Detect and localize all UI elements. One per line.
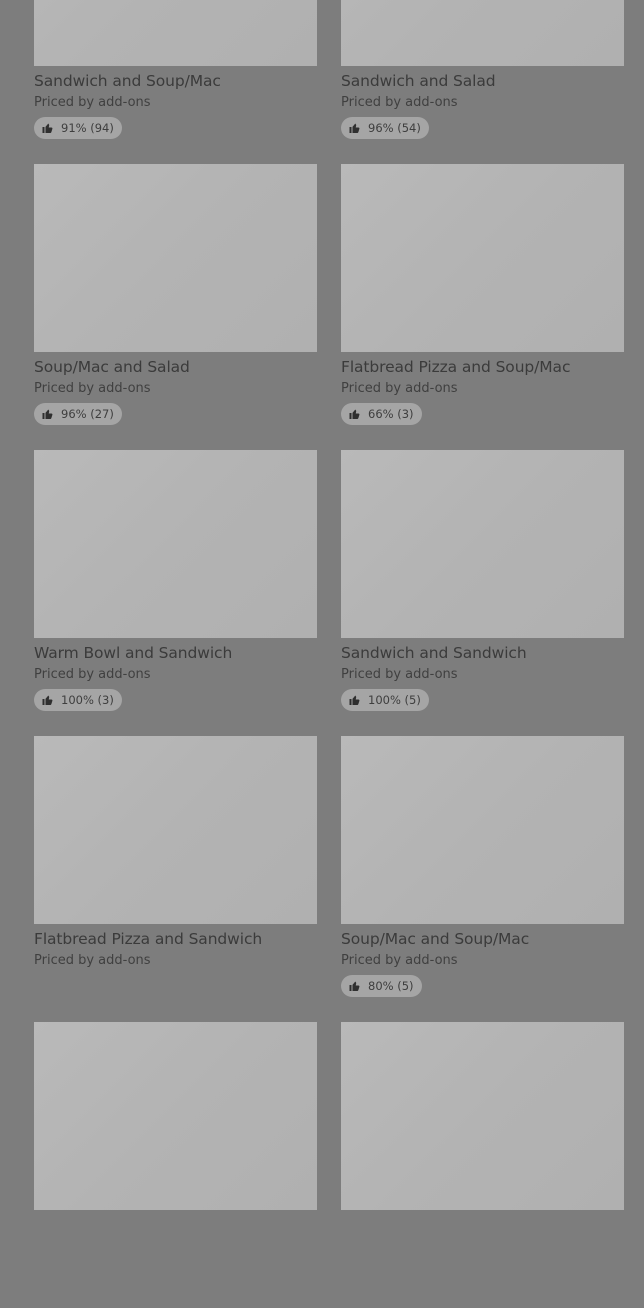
rating-badge: 96% (27) bbox=[34, 403, 122, 425]
menu-item-card[interactable]: Flatbread Pizza and Sandwich Priced by a… bbox=[34, 736, 317, 1022]
menu-item-title: Sandwich and Soup/Mac bbox=[34, 72, 221, 90]
thumbs-up-icon bbox=[42, 123, 53, 133]
thumbs-up-icon bbox=[42, 695, 53, 705]
menu-item-image[interactable] bbox=[34, 736, 317, 924]
rating-text: 100% (3) bbox=[61, 693, 114, 707]
rating-badge: 80% (5) bbox=[341, 975, 422, 997]
menu-item-card[interactable]: Sandwich and Salad Priced by add-ons 96%… bbox=[341, 0, 624, 164]
menu-item-title: Soup/Mac and Salad bbox=[34, 358, 190, 376]
menu-item-subtitle: Priced by add-ons bbox=[341, 953, 458, 968]
menu-item-title: Sandwich and Sandwich bbox=[341, 644, 527, 662]
menu-item-subtitle: Priced by add-ons bbox=[341, 95, 458, 110]
rating-text: 91% (94) bbox=[61, 121, 114, 135]
rating-text: 96% (54) bbox=[368, 121, 421, 135]
rating-text: 66% (3) bbox=[368, 407, 414, 421]
rating-text: 100% (5) bbox=[368, 693, 421, 707]
rating-badge: 66% (3) bbox=[341, 403, 422, 425]
menu-item-image[interactable] bbox=[34, 1022, 317, 1210]
menu-item-card[interactable]: Soup/Mac and Soup/Mac Priced by add-ons … bbox=[341, 736, 624, 1022]
rating-text: 96% (27) bbox=[61, 407, 114, 421]
menu-item-card[interactable]: Sandwich and Sandwich Priced by add-ons … bbox=[341, 450, 624, 736]
menu-item-card[interactable]: Soup/Mac and Salad Priced by add-ons 96%… bbox=[34, 164, 317, 450]
menu-item-image[interactable] bbox=[341, 1022, 624, 1210]
rating-badge: 100% (3) bbox=[34, 689, 122, 711]
thumbs-up-icon bbox=[42, 409, 53, 419]
menu-item-image[interactable] bbox=[34, 450, 317, 638]
menu-item-image[interactable] bbox=[341, 450, 624, 638]
rating-badge: 100% (5) bbox=[341, 689, 429, 711]
menu-item-image[interactable] bbox=[341, 736, 624, 924]
menu-item-title: Flatbread Pizza and Sandwich bbox=[34, 930, 263, 948]
thumbs-up-icon bbox=[349, 123, 360, 133]
menu-item-card[interactable]: Sandwich and Soup/Mac Priced by add-ons … bbox=[34, 0, 317, 164]
thumbs-up-icon bbox=[349, 695, 360, 705]
menu-item-image[interactable] bbox=[34, 0, 317, 66]
menu-item-title: Sandwich and Salad bbox=[341, 72, 496, 90]
menu-item-subtitle: Priced by add-ons bbox=[34, 667, 151, 682]
menu-item-title: Warm Bowl and Sandwich bbox=[34, 644, 233, 662]
menu-item-subtitle: Priced by add-ons bbox=[34, 95, 151, 110]
menu-item-subtitle: Priced by add-ons bbox=[34, 953, 151, 968]
rating-text: 80% (5) bbox=[368, 979, 414, 993]
menu-item-image[interactable] bbox=[34, 164, 317, 352]
menu-grid: Sandwich and Soup/Mac Priced by add-ons … bbox=[34, 0, 624, 1308]
menu-item-card[interactable] bbox=[341, 1022, 624, 1308]
menu-item-subtitle: Priced by add-ons bbox=[341, 381, 458, 396]
menu-item-title: Soup/Mac and Soup/Mac bbox=[341, 930, 530, 948]
menu-item-card[interactable] bbox=[34, 1022, 317, 1308]
menu-item-image[interactable] bbox=[341, 0, 624, 66]
menu-item-subtitle: Priced by add-ons bbox=[34, 381, 151, 396]
thumbs-up-icon bbox=[349, 981, 360, 991]
thumbs-up-icon bbox=[349, 409, 360, 419]
menu-item-card[interactable]: Flatbread Pizza and Soup/Mac Priced by a… bbox=[341, 164, 624, 450]
menu-item-title: Flatbread Pizza and Soup/Mac bbox=[341, 358, 571, 376]
menu-item-subtitle: Priced by add-ons bbox=[341, 667, 458, 682]
rating-badge: 91% (94) bbox=[34, 117, 122, 139]
menu-item-image[interactable] bbox=[341, 164, 624, 352]
menu-item-card[interactable]: Warm Bowl and Sandwich Priced by add-ons… bbox=[34, 450, 317, 736]
rating-badge: 96% (54) bbox=[341, 117, 429, 139]
